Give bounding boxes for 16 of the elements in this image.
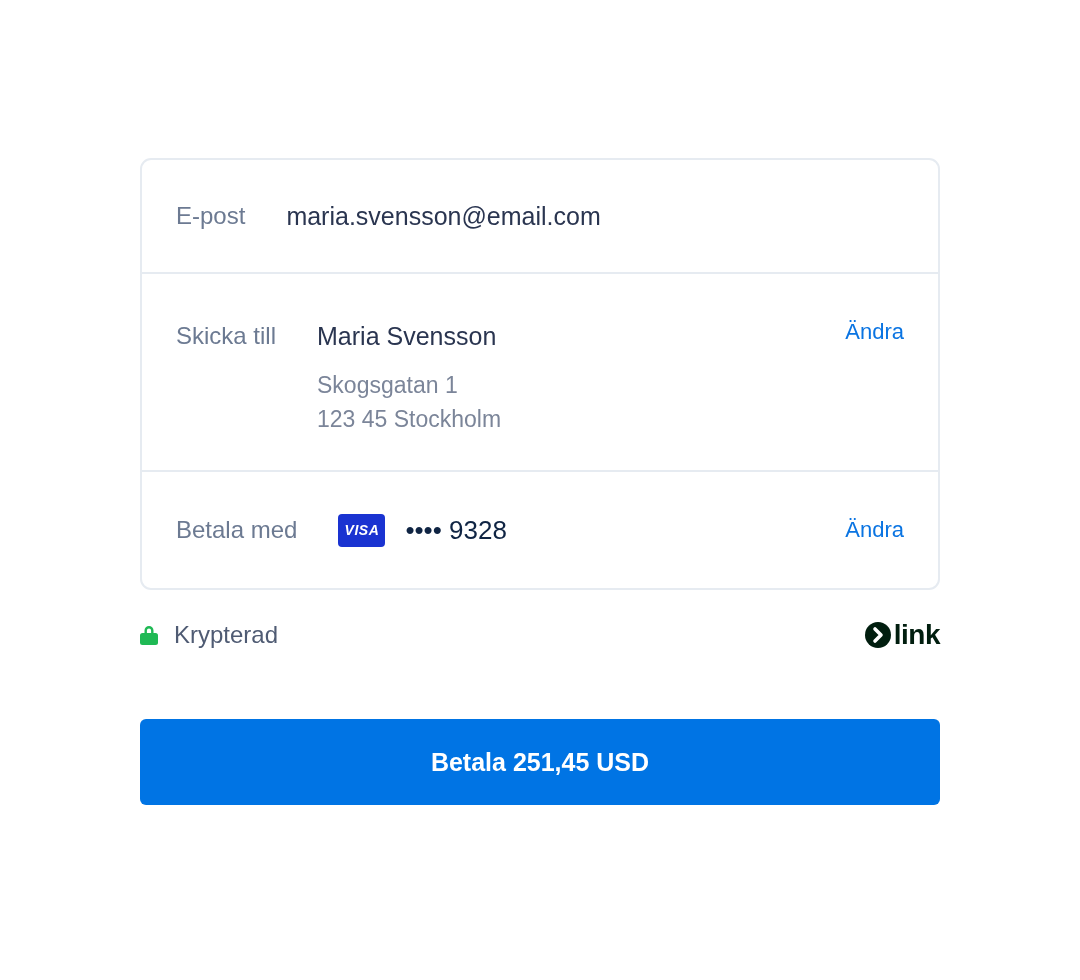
card-brand-logo: VISA	[338, 513, 386, 547]
address-line: 123 45 Stockholm	[317, 405, 502, 434]
lock-icon	[140, 625, 158, 645]
change-link[interactable]: Ändra	[845, 316, 904, 348]
pay-button[interactable]: Betala 251,45 USD	[140, 719, 940, 805]
recipient-name: Maria Svensson	[317, 321, 498, 352]
email-value: maria.svensson@email.com	[286, 201, 601, 232]
change-link[interactable]: Ändra	[845, 514, 904, 546]
encrypted-label: Krypterad	[174, 621, 279, 649]
row-label: E-post	[176, 201, 246, 231]
card-number: •••• 9328	[405, 514, 507, 546]
chevron-circle-icon	[864, 622, 891, 648]
brand-name: link	[893, 619, 940, 651]
address-line: Skogsgatan 1	[317, 371, 459, 400]
row-label: Skicka till	[176, 321, 277, 351]
row-label: Betala med	[176, 515, 298, 545]
